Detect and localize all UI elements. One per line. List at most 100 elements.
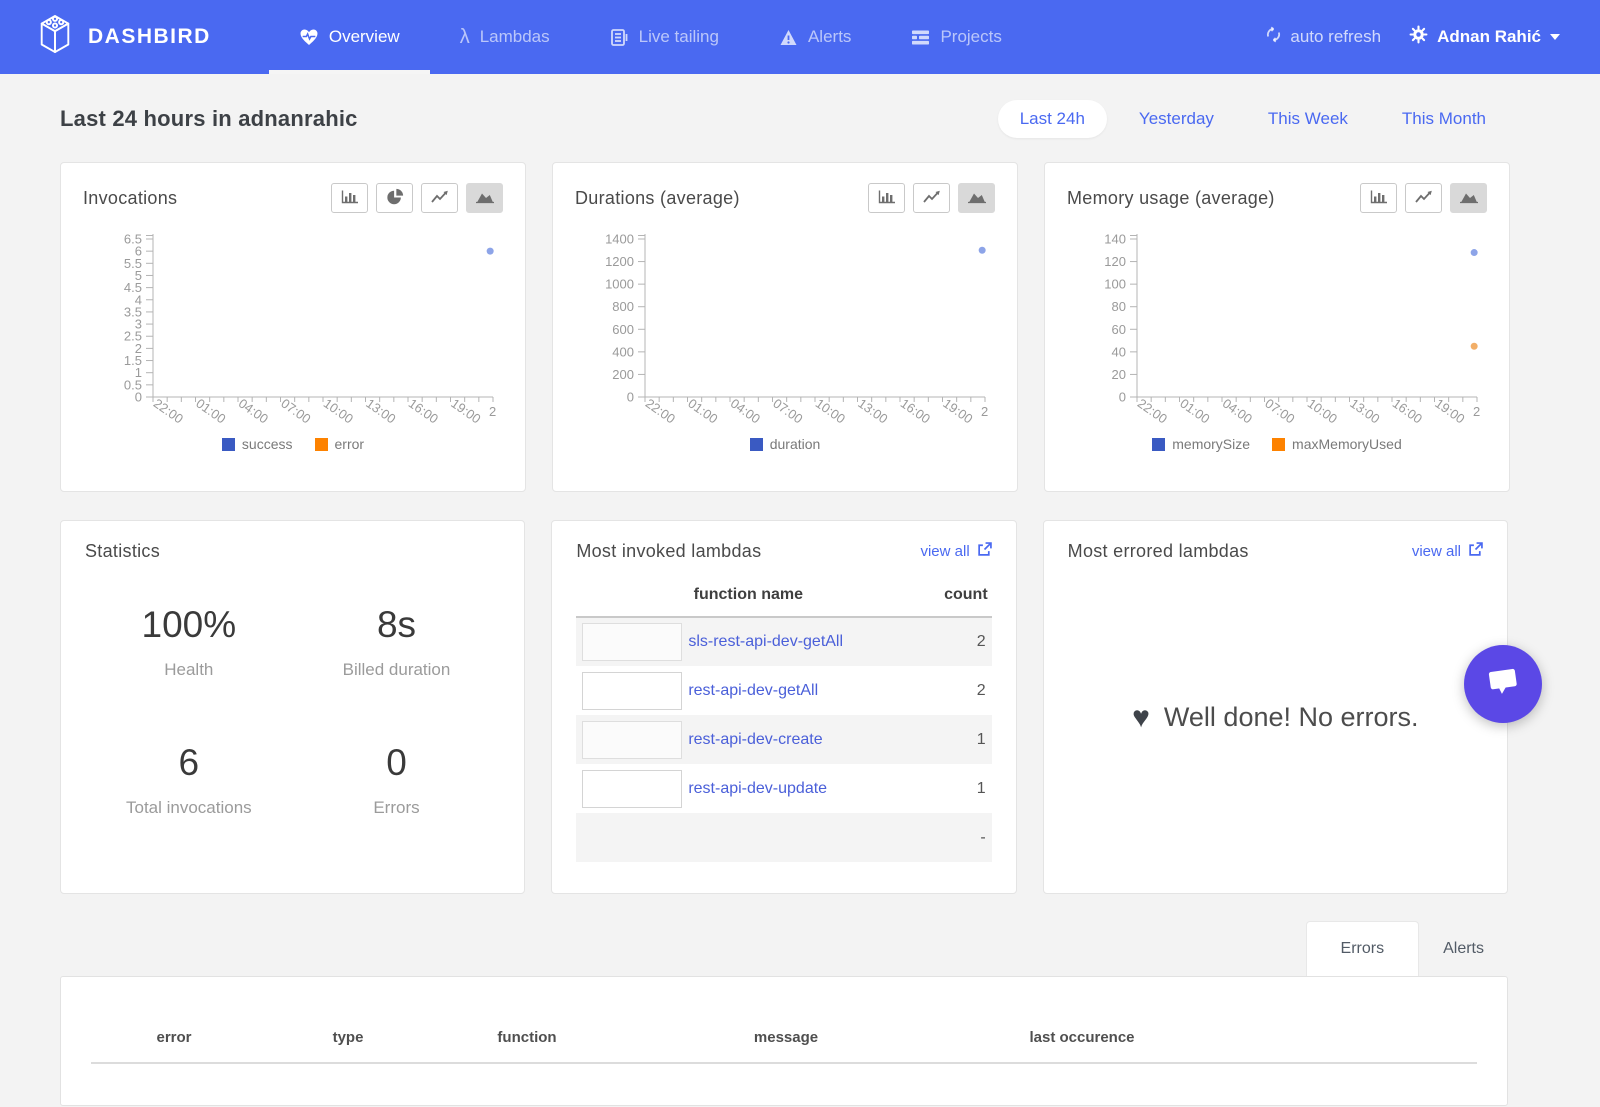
- chart-type-bar-button[interactable]: [868, 183, 905, 213]
- sparkline-placeholder: [582, 770, 682, 808]
- external-link-icon: [977, 542, 992, 561]
- stat-label: Total invocations: [85, 798, 293, 818]
- card-title: Memory usage (average): [1067, 188, 1275, 209]
- svg-text:40: 40: [1112, 344, 1126, 359]
- stat-errors: 0 Errors: [293, 742, 501, 818]
- tab-alerts[interactable]: Alerts: [1419, 921, 1508, 976]
- card-title: Durations (average): [575, 188, 740, 209]
- column-error: error: [61, 1029, 287, 1046]
- sparkline-placeholder: [582, 672, 682, 710]
- filter-this-week[interactable]: This Week: [1246, 100, 1370, 138]
- svg-text:1000: 1000: [605, 277, 634, 292]
- chart-type-area-button[interactable]: [1450, 183, 1487, 213]
- area-chart-icon: [475, 189, 495, 208]
- function-link[interactable]: sls-rest-api-dev-getAll: [688, 633, 843, 650]
- chart-plot: 140012001000800600400200022:0001:0004:00…: [575, 223, 995, 435]
- view-all-invoked-link[interactable]: view all: [920, 542, 991, 561]
- navbar: DASHBIRD Overview λ Lambdas: [0, 0, 1600, 74]
- view-all-label: view all: [1412, 543, 1461, 560]
- view-all-label: view all: [920, 543, 969, 560]
- nav-item-projects[interactable]: Projects: [881, 0, 1031, 74]
- durations-card: Durations (average) 14001200100080060040…: [552, 162, 1018, 492]
- card-title: Invocations: [83, 188, 177, 209]
- auto-refresh-toggle[interactable]: auto refresh: [1265, 26, 1381, 48]
- legend-swatch: [1152, 438, 1165, 451]
- lambda-row: sls-rest-api-dev-getAll 2: [576, 617, 991, 666]
- heart-icon: ♥: [1132, 701, 1150, 735]
- svg-text:19:00: 19:00: [1432, 396, 1467, 427]
- svg-text:13:00: 13:00: [855, 396, 890, 427]
- statistics-card: Statistics 100% Health 8s Billed duratio…: [60, 520, 525, 894]
- function-link[interactable]: rest-api-dev-create: [688, 731, 822, 748]
- column-last-occurence: last occurence: [927, 1029, 1237, 1046]
- sparkline-placeholder: [582, 623, 682, 661]
- invocations-chart: 6.565.554.543.532.521.510.5022:0001:0004…: [83, 223, 503, 440]
- auto-refresh-label: auto refresh: [1290, 27, 1381, 47]
- tab-errors[interactable]: Errors: [1306, 921, 1420, 976]
- memory-usage-card: Memory usage (average) 14012010080604020…: [1044, 162, 1510, 492]
- most-errored-card: Most errored lambdas view all ♥ Well don…: [1043, 520, 1508, 894]
- stat-value: 8s: [293, 604, 501, 646]
- filter-last-24h[interactable]: Last 24h: [998, 100, 1107, 138]
- svg-text:0: 0: [627, 390, 634, 405]
- user-menu[interactable]: Adnan Rahić: [1409, 25, 1560, 49]
- legend-swatch: [1272, 438, 1285, 451]
- refresh-icon: [1265, 26, 1282, 48]
- chart-type-pie-button[interactable]: [376, 183, 413, 213]
- svg-text:04:00: 04:00: [1220, 396, 1255, 427]
- filter-this-month[interactable]: This Month: [1380, 100, 1508, 138]
- chart-toolbar: [868, 183, 995, 213]
- legend-label: memorySize: [1172, 436, 1250, 452]
- svg-text:13:00: 13:00: [363, 396, 398, 427]
- legend-label: maxMemoryUsed: [1292, 436, 1402, 452]
- legend-swatch: [222, 438, 235, 451]
- chat-widget-button[interactable]: [1464, 645, 1542, 723]
- navbar-right: auto refresh: [1265, 0, 1600, 74]
- nav-item-live-tailing[interactable]: Live tailing: [580, 0, 749, 74]
- svg-text:13:00: 13:00: [1347, 396, 1382, 427]
- svg-text:10:00: 10:00: [1305, 396, 1340, 427]
- svg-text:400: 400: [612, 344, 634, 359]
- function-link[interactable]: rest-api-dev-getAll: [688, 682, 818, 699]
- external-link-icon: [1468, 542, 1483, 561]
- lambda-row: rest-api-dev-update 1: [576, 764, 991, 813]
- svg-text:120: 120: [1104, 254, 1126, 269]
- legend-label: error: [335, 436, 365, 452]
- svg-text:22:00: 22:00: [1135, 396, 1170, 427]
- brand[interactable]: DASHBIRD: [0, 0, 211, 74]
- nav-item-label: Lambdas: [480, 27, 550, 47]
- chart-plot: 6.565.554.543.532.521.510.5022:0001:0004…: [83, 223, 503, 435]
- chart-type-line-button[interactable]: [1405, 183, 1442, 213]
- memory-usage-chart: 14012010080604020022:0001:0004:0007:0010…: [1067, 223, 1487, 440]
- chart-type-line-button[interactable]: [913, 183, 950, 213]
- svg-text:07:00: 07:00: [278, 396, 313, 427]
- nav-item-alerts[interactable]: Alerts: [749, 0, 881, 74]
- svg-text:600: 600: [612, 322, 634, 337]
- card-title: Most errored lambdas: [1068, 541, 1249, 562]
- invocations-card: Invocations 6.565.554.543.532.521.510.50…: [60, 162, 526, 492]
- nav-item-lambdas[interactable]: λ Lambdas: [430, 0, 580, 74]
- chart-type-area-button[interactable]: [958, 183, 995, 213]
- nav-item-label: Projects: [940, 27, 1001, 47]
- svg-text:07:00: 07:00: [770, 396, 805, 427]
- view-all-errored-link[interactable]: view all: [1412, 542, 1483, 561]
- svg-text:200: 200: [612, 367, 634, 382]
- function-link[interactable]: rest-api-dev-update: [688, 780, 827, 797]
- chart-type-bar-button[interactable]: [1360, 183, 1397, 213]
- chart-type-area-button[interactable]: [466, 183, 503, 213]
- nav-item-overview[interactable]: Overview: [269, 0, 430, 74]
- legend-swatch: [315, 438, 328, 451]
- svg-text:19:00: 19:00: [448, 396, 483, 427]
- chart-type-line-button[interactable]: [421, 183, 458, 213]
- chart-type-bar-button[interactable]: [331, 183, 368, 213]
- filter-yesterday[interactable]: Yesterday: [1117, 100, 1236, 138]
- nav-item-label: Live tailing: [639, 27, 719, 47]
- svg-text:2: 2: [1473, 404, 1480, 419]
- svg-text:1200: 1200: [605, 254, 634, 269]
- svg-text:140: 140: [1104, 232, 1126, 247]
- column-type: type: [287, 1029, 409, 1046]
- invocation-count: 2: [920, 666, 991, 715]
- stat-value: 0: [293, 742, 501, 784]
- invocation-count: -: [920, 813, 991, 862]
- line-chart-icon: [430, 189, 450, 208]
